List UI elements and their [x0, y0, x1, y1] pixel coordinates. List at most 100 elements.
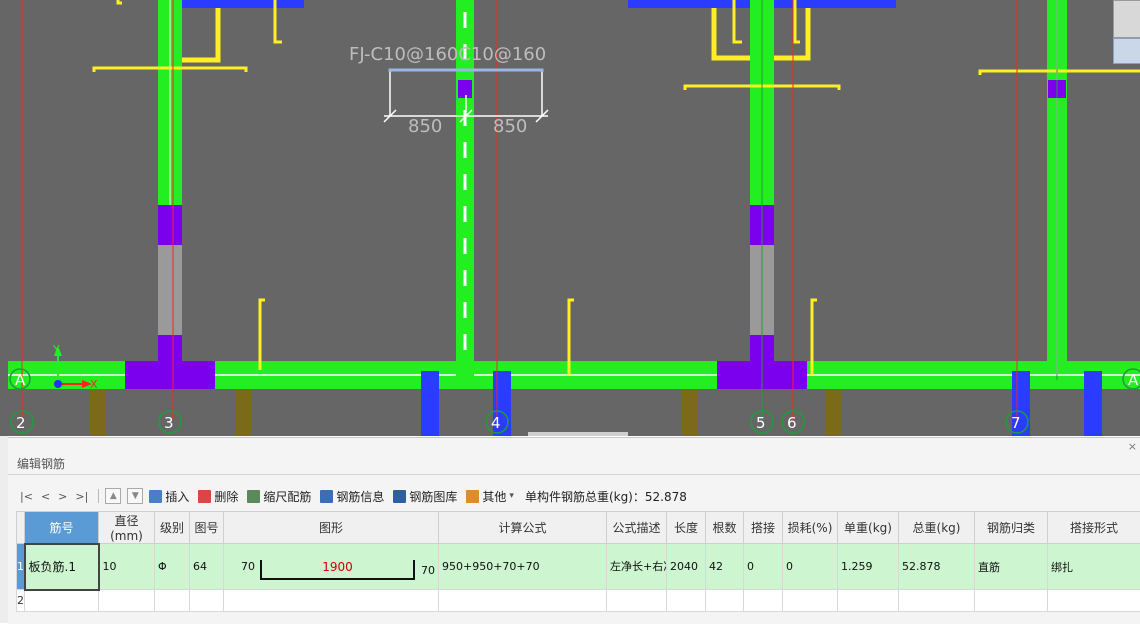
delete-label: 删除 [214, 488, 238, 505]
column-header-category[interactable]: 钢筋归类 [975, 512, 1048, 544]
cell-lap[interactable]: 0 [744, 544, 783, 590]
axis-label-4: 4 [491, 414, 501, 432]
axis-label-6: 6 [787, 414, 797, 432]
column-header-diameter[interactable]: 直径(mm) [99, 512, 155, 544]
cell-grade[interactable]: Φ [155, 544, 190, 590]
column-header-count[interactable]: 根数 [706, 512, 744, 544]
column-header-grade[interactable]: 级别 [155, 512, 190, 544]
move-up-button[interactable]: ▲ [105, 488, 121, 504]
post-brown-c [682, 389, 698, 436]
dimension-right: 850 [493, 116, 527, 137]
green-grid-lines [762, 0, 1057, 420]
cad-drawing[interactable]: FJ-C10@160C10@160 850 850 2 3 4 5 [0, 0, 1140, 436]
column-header-length[interactable]: 长度 [667, 512, 706, 544]
axis-marker-3[interactable]: 3 [159, 411, 181, 433]
column-header-loss[interactable]: 损耗(%) [783, 512, 838, 544]
beam-top-left [172, 0, 304, 8]
empty-cell[interactable] [899, 590, 975, 612]
empty-cell[interactable] [190, 590, 224, 612]
edit-rebar-panel: × 编辑钢筋 |< < > >| ▲ ▼ 插入 删除 缩尺配筋 钢筋信息 钢筋图… [8, 437, 1140, 624]
column-header-shape[interactable]: 图形 [224, 512, 439, 544]
column-header-total-weight[interactable]: 总重(kg) [899, 512, 975, 544]
scale-rebar-button[interactable]: 缩尺配筋 [247, 488, 311, 505]
shape-right-length: 70 [421, 564, 435, 577]
empty-cell[interactable] [607, 590, 667, 612]
column-header-bar-no[interactable]: 筋号 [25, 512, 99, 544]
empty-cell[interactable] [439, 590, 607, 612]
empty-cell[interactable] [224, 590, 439, 612]
calculator-tool-icon[interactable] [1113, 38, 1140, 64]
dimension-left: 850 [408, 116, 442, 137]
table-header-row: 筋号 直径(mm) 级别 图号 图形 计算公式 公式描述 长度 根数 搭接 损耗… [17, 512, 1140, 544]
cell-diameter[interactable]: 10 [99, 544, 155, 590]
column-header-formula-desc[interactable]: 公式描述 [607, 512, 667, 544]
axis-label-2: 2 [16, 414, 26, 432]
column-purple-3b [158, 335, 182, 365]
cell-total-weight[interactable]: 52.878 [899, 544, 975, 590]
rebar-library-button[interactable]: 钢筋图库 [393, 488, 457, 505]
empty-cell[interactable] [667, 590, 706, 612]
cell-formula[interactable]: 950+950+70+70 [439, 544, 607, 590]
empty-cell[interactable] [706, 590, 744, 612]
ucs-x-label: X [90, 378, 98, 391]
cell-length[interactable]: 2040 [667, 544, 706, 590]
cell-loss[interactable]: 0 [783, 544, 838, 590]
library-label: 钢筋图库 [409, 488, 457, 505]
cell-shape[interactable]: 70 1900 70 [224, 544, 439, 590]
empty-cell[interactable] [744, 590, 783, 612]
empty-cell[interactable] [975, 590, 1048, 612]
panel-splitter-handle[interactable] [528, 432, 628, 436]
insert-button[interactable]: 插入 [149, 488, 189, 505]
column-header-lap[interactable]: 搭接 [744, 512, 783, 544]
rebar-annotation[interactable]: FJ-C10@160C10@160 [349, 44, 546, 65]
close-icon[interactable]: × [1128, 440, 1137, 453]
axis-label-3: 3 [164, 414, 174, 432]
empty-cell[interactable] [1048, 590, 1140, 612]
shape-bar-line: 1900 [260, 560, 415, 580]
move-down-button[interactable]: ▼ [127, 488, 143, 504]
column-header-figure-no[interactable]: 图号 [190, 512, 224, 544]
cell-lap-type[interactable]: 绑扎 [1048, 544, 1140, 590]
axis-marker-5[interactable]: 5 [751, 411, 773, 433]
axis-marker-2[interactable]: 2 [11, 411, 33, 433]
column-blue-a [421, 371, 439, 436]
empty-cell[interactable] [99, 590, 155, 612]
scale-icon [247, 490, 260, 503]
rotate-tool-icon[interactable] [1113, 0, 1140, 38]
empty-cell[interactable] [155, 590, 190, 612]
axis-marker-6[interactable]: 6 [782, 411, 804, 433]
cad-drawing-canvas[interactable]: FJ-C10@160C10@160 850 850 2 3 4 5 [0, 0, 1140, 436]
other-label: 其他 [482, 488, 506, 505]
yellow-rebars [94, 0, 1140, 375]
cell-count[interactable]: 42 [706, 544, 744, 590]
column-header-lap-type[interactable]: 搭接形式 [1048, 512, 1140, 544]
empty-cell[interactable] [25, 590, 99, 612]
delete-button[interactable]: 删除 [198, 488, 238, 505]
empty-cell[interactable] [838, 590, 899, 612]
total-weight-label: 单构件钢筋总重(kg)：52.878 [525, 488, 687, 505]
cell-formula-desc[interactable]: 左净长+右净长+… [607, 544, 667, 590]
empty-cell[interactable] [783, 590, 838, 612]
other-dropdown-button[interactable]: 其他▾ [466, 488, 514, 505]
table-row-empty[interactable]: 2 [17, 590, 1140, 612]
rebar-info-button[interactable]: 钢筋信息 [320, 488, 384, 505]
first-record-button[interactable]: |< [20, 490, 33, 503]
row-index-empty[interactable]: 2 [17, 590, 25, 612]
column-header-formula[interactable]: 计算公式 [439, 512, 607, 544]
insert-label: 插入 [165, 488, 189, 505]
other-icon [466, 490, 479, 503]
column-blue-d [1084, 371, 1102, 436]
cell-figure-no[interactable]: 64 [190, 544, 224, 590]
insert-icon [149, 490, 162, 503]
table-row[interactable]: 1 板负筋.1 10 Φ 64 70 1900 70 950+950+70+70… [17, 544, 1140, 590]
last-record-button[interactable]: >| [75, 490, 88, 503]
cell-unit-weight[interactable]: 1.259 [838, 544, 899, 590]
row-index[interactable]: 1 [17, 544, 25, 590]
next-record-button[interactable]: > [58, 490, 67, 503]
ucs-y-label: Y [52, 343, 60, 356]
toolbar-separator [98, 489, 99, 503]
column-header-unit-weight[interactable]: 单重(kg) [838, 512, 899, 544]
cell-bar-no[interactable]: 板负筋.1 [25, 544, 99, 590]
previous-record-button[interactable]: < [41, 490, 50, 503]
cell-category[interactable]: 直筋 [975, 544, 1048, 590]
